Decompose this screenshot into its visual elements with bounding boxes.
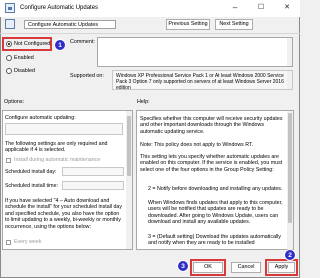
comment-label: Comment: [70, 39, 95, 45]
step-badge-3: 3 [177, 260, 189, 272]
enabled-radio[interactable] [6, 55, 12, 61]
policy-title-box: Configure Automatic Updates [24, 20, 116, 29]
scheduled-time-label: Scheduled install time: [5, 183, 58, 189]
update-mode-dropdown[interactable] [5, 123, 123, 135]
help-paragraph-6: 3 = (Default setting) Download the updat… [148, 234, 281, 247]
policy-app-icon [5, 3, 15, 13]
highlight-apply [265, 259, 298, 276]
scheduled-day-select[interactable] [62, 167, 124, 176]
window-title: Configure Automatic Updates [20, 5, 99, 11]
every-week-checkbox[interactable] [6, 240, 11, 245]
supported-on-label: Supported on: [70, 73, 104, 79]
highlight-not-configured [2, 37, 52, 51]
help-paragraph-2: Note: This policy does not apply to Wind… [140, 142, 254, 148]
every-week-label: Every week [14, 239, 42, 245]
options-schedule-text: If you have selected "4 – Auto download … [5, 198, 123, 230]
install-maintenance-checkbox[interactable] [6, 158, 11, 163]
comment-textarea[interactable] [97, 37, 293, 67]
supported-on-box: Windows XP Professional Service Pack 1 o… [112, 70, 293, 91]
options-heading: Configure automatic updating: [5, 115, 76, 121]
help-paragraph-3: This setting lets you specify whether au… [140, 154, 283, 173]
previous-setting-button[interactable]: Previous Setting [166, 19, 210, 30]
scheduled-time-select[interactable] [62, 181, 124, 190]
scheduled-day-label: Scheduled install day: [5, 169, 57, 175]
highlight-ok [190, 259, 226, 276]
disabled-radio[interactable] [6, 68, 12, 74]
install-maintenance-label: Install during automatic maintenance [14, 157, 101, 163]
help-paragraph-5: When Windows finds updates that apply to… [148, 200, 283, 226]
toolbar-divider [0, 33, 300, 34]
maximize-button[interactable]: ☐ [248, 0, 274, 17]
help-section-label: Help: [137, 99, 150, 105]
policy-setting-icon [5, 19, 15, 29]
minimize-button[interactable]: – [222, 0, 248, 17]
options-note: The following settings are only required… [5, 141, 108, 154]
step-badge-1: 1 [54, 39, 66, 51]
next-setting-button[interactable]: Next Setting [215, 19, 253, 30]
help-paragraph-4: 2 = Notify before downloading and instal… [148, 186, 283, 192]
comment-scrollbar[interactable] [287, 38, 292, 66]
help-scrollbar-thumb[interactable] [288, 113, 292, 223]
options-section-label: Options: [4, 99, 25, 105]
disabled-label[interactable]: Disabled [14, 68, 35, 74]
supported-scrollbar[interactable] [287, 71, 292, 89]
enabled-label[interactable]: Enabled [14, 55, 34, 61]
close-button[interactable]: ✕ [274, 0, 300, 17]
options-scrollbar-thumb[interactable] [127, 116, 131, 176]
help-paragraph-1: Specifies whether this computer will rec… [140, 116, 283, 135]
step-badge-2: 2 [284, 249, 296, 261]
cancel-button[interactable]: Cancel [231, 262, 261, 273]
